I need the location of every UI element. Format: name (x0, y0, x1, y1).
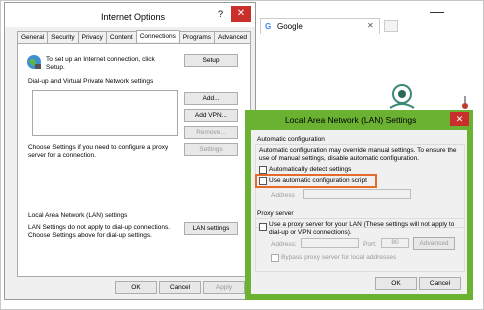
script-address-field[interactable] (303, 189, 411, 199)
tab-advanced[interactable]: Advanced (214, 31, 251, 43)
lan-dialog-title: Local Area Network (LAN) Settings (285, 115, 417, 125)
google-g-icon: G (265, 22, 272, 31)
tab-strip: General Security Privacy Content Connect… (17, 30, 251, 43)
tab-general[interactable]: General (17, 31, 49, 43)
auto-config-description: Automatic configuration may override man… (259, 147, 457, 162)
port-label: Port: (363, 241, 377, 248)
settings-description: Choose Settings if you need to configure… (28, 144, 169, 159)
tab-privacy[interactable]: Privacy (77, 31, 107, 43)
lan-settings-button[interactable]: LAN settings (184, 222, 238, 235)
auto-detect-checkbox[interactable] (259, 166, 267, 174)
bypass-label[interactable]: Bypass proxy server for local addresses (281, 254, 396, 262)
script-address-label: Address (271, 192, 295, 199)
internet-options-window: Internet Options ? ✕ General Security Pr… (4, 2, 256, 300)
cancel-button[interactable]: Cancel (159, 281, 201, 294)
settings-button[interactable]: Settings (184, 143, 238, 156)
lan-cancel-button[interactable]: Cancel (419, 277, 461, 290)
window-minimize-icon[interactable] (430, 8, 444, 13)
tab-security[interactable]: Security (47, 31, 79, 43)
tab-content[interactable]: Content (105, 31, 137, 43)
proxy-address-label: Address: (271, 241, 297, 248)
use-script-checkbox[interactable] (259, 177, 267, 185)
internet-options-title: Internet Options (101, 12, 166, 22)
tab-connections[interactable]: Connections (135, 30, 180, 42)
setup-button[interactable]: Setup (184, 54, 238, 67)
advanced-button[interactable]: Advanced (413, 237, 455, 250)
setup-description: To set up an Internet connection, click … (46, 56, 155, 71)
auto-detect-label[interactable]: Automatically detect settings (269, 166, 351, 174)
internet-options-close-button[interactable]: ✕ (231, 6, 251, 22)
connections-panel: To set up an Internet connection, click … (17, 43, 251, 277)
add-button[interactable]: Add... (184, 92, 238, 105)
use-proxy-checkbox[interactable] (259, 223, 267, 231)
proxy-address-field[interactable] (301, 238, 359, 248)
globe-icon (27, 55, 41, 69)
lan-dialog-close-button[interactable]: ✕ (450, 112, 469, 126)
lan-header: Local Area Network (LAN) settings (28, 212, 128, 219)
tab-programs[interactable]: Programs (178, 31, 216, 43)
browser-tab-title: Google (277, 22, 303, 31)
doodle-red-dot-icon (462, 96, 468, 109)
use-script-label[interactable]: Use automatic configuration script (269, 177, 367, 185)
lan-settings-dialog: Local Area Network (LAN) Settings ✕ Auto… (245, 110, 473, 300)
lan-dialog-titlebar: Local Area Network (LAN) Settings ✕ (245, 110, 473, 130)
new-tab-button[interactable] (384, 20, 398, 32)
apply-button[interactable]: Apply (203, 281, 245, 294)
internet-options-titlebar: Internet Options ? ✕ (5, 3, 255, 27)
bypass-checkbox[interactable] (271, 254, 279, 262)
browser-tab-close-icon[interactable]: ✕ (367, 21, 374, 30)
port-field[interactable]: 80 (381, 238, 409, 248)
connections-list[interactable] (32, 90, 178, 136)
proxy-server-header: Proxy server (257, 210, 294, 217)
browser-tab-google[interactable]: G Google ✕ (260, 18, 380, 34)
auto-config-header: Automatic configuration (257, 136, 325, 143)
add-vpn-button[interactable]: Add VPN... (184, 109, 238, 122)
lan-description: LAN Settings do not apply to dial-up con… (28, 224, 171, 239)
lan-ok-button[interactable]: OK (375, 277, 417, 290)
lan-dialog-body: Automatic configuration Automatic config… (251, 130, 467, 294)
help-icon[interactable]: ? (218, 9, 223, 19)
ok-button[interactable]: OK (115, 281, 157, 294)
dialup-header: Dial-up and Virtual Private Network sett… (28, 78, 154, 85)
remove-button[interactable]: Remove... (184, 126, 238, 139)
use-proxy-label[interactable]: Use a proxy server for your LAN (These s… (269, 221, 459, 237)
